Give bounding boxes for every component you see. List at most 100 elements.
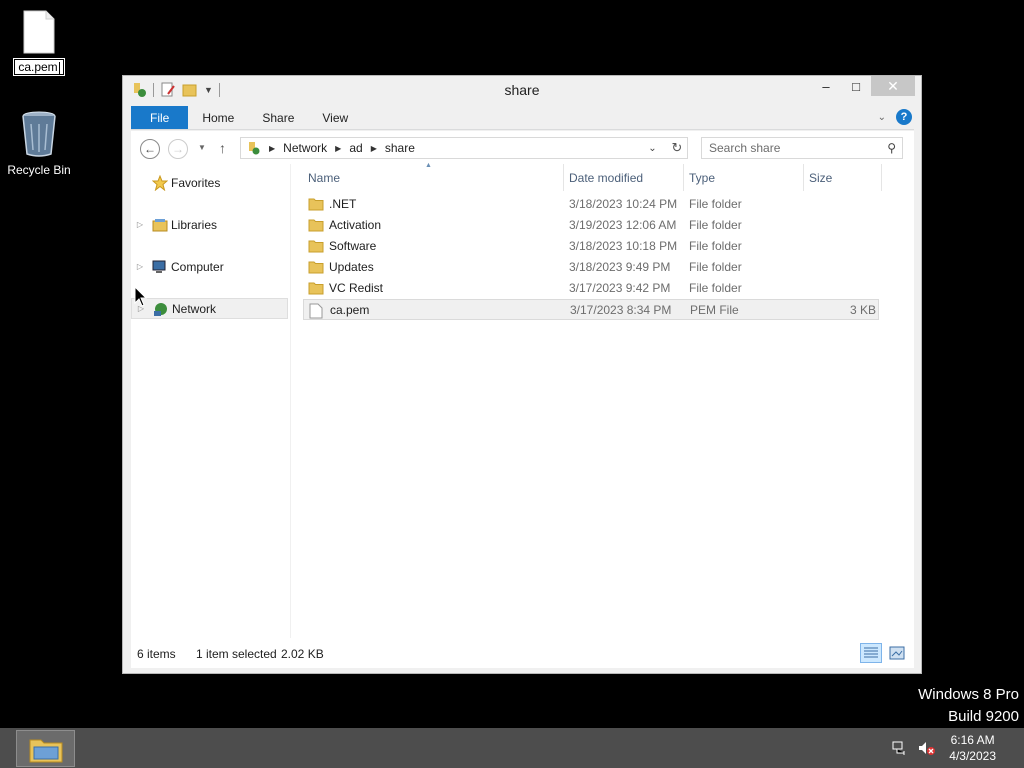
tab-view[interactable]: View: [308, 106, 362, 129]
navigation-pane: Favorites ▷ Libraries ▷ Computer ▷ Netwo…: [131, 164, 291, 638]
forward-button[interactable]: →: [168, 139, 188, 159]
list-item[interactable]: .NET 3/18/2023 10:24 PM File folder: [303, 194, 879, 215]
item-date: 3/19/2023 12:06 AM: [569, 218, 677, 232]
mouse-cursor-icon: [134, 286, 148, 307]
refresh-button[interactable]: ↻: [666, 137, 688, 159]
list-item[interactable]: Updates 3/18/2023 9:49 PM File folder: [303, 257, 879, 278]
tab-file[interactable]: File: [131, 106, 189, 129]
forward-arrow-icon: →: [172, 142, 184, 156]
refresh-icon: ↻: [671, 140, 683, 155]
breadcrumb-network[interactable]: Network: [283, 141, 327, 155]
expand-arrow-icon[interactable]: ▷: [131, 262, 149, 271]
column-label: Date modified: [569, 170, 644, 185]
expand-ribbon-icon[interactable]: ⌄: [878, 112, 886, 123]
tab-home[interactable]: Home: [188, 106, 248, 129]
nav-item-label: Favorites: [171, 175, 221, 190]
maximize-button[interactable]: □: [841, 76, 871, 96]
column-label: Type: [689, 170, 716, 185]
address-bar[interactable]: ▶ Network ▶ ad ▶ share ⌄: [240, 137, 688, 159]
up-arrow-icon[interactable]: ↑: [219, 140, 226, 156]
expand-arrow-icon[interactable]: ▷: [131, 220, 149, 229]
nav-item-computer[interactable]: ▷ Computer: [131, 256, 288, 277]
breadcrumb-share[interactable]: share: [385, 141, 415, 155]
clock[interactable]: 6:16 AM 4/3/2023: [949, 732, 996, 764]
item-count: 6 items: [137, 647, 176, 661]
list-item[interactable]: Activation 3/19/2023 12:06 AM File folde…: [303, 215, 879, 236]
minimize-button[interactable]: ‒: [811, 76, 841, 96]
back-button[interactable]: ←: [140, 139, 160, 159]
folder-icon: [308, 240, 324, 253]
network-icon: [154, 302, 167, 316]
taskbar-explorer-button[interactable]: [16, 730, 75, 767]
help-icon[interactable]: ?: [896, 109, 912, 125]
sort-ascending-icon: ▲: [425, 162, 432, 169]
recent-locations-icon[interactable]: ▼: [198, 143, 206, 152]
item-date: 3/17/2023 9:42 PM: [569, 281, 671, 295]
item-size: 3 KB: [849, 303, 876, 317]
column-header-size[interactable]: Size: [804, 164, 882, 191]
volume-muted-icon[interactable]: [918, 740, 936, 756]
os-watermark: Windows 8 Pro Build 9200: [918, 684, 1019, 728]
chevron-right-icon[interactable]: ▶: [269, 144, 275, 153]
list-item[interactable]: VC Redist 3/17/2023 9:42 PM File folder: [303, 278, 879, 299]
desktop-recycle-bin[interactable]: Recycle Bin: [1, 110, 77, 177]
item-name: Activation: [329, 218, 382, 232]
column-header-name[interactable]: Name ▲: [303, 162, 564, 191]
search-placeholder: Search share: [709, 141, 781, 155]
system-tray: [892, 740, 936, 756]
selection-count: 1 item selected: [196, 647, 277, 661]
explorer-window: ▼ share ‒ □ ✕ File Home Share View ⌄ ? ←…: [122, 75, 922, 674]
close-button[interactable]: ✕: [871, 76, 915, 96]
column-label: Name: [308, 170, 341, 185]
network-status-icon[interactable]: [892, 740, 908, 756]
watermark-edition: Windows 8 Pro: [918, 686, 1019, 703]
list-item[interactable]: ca.pem 3/17/2023 8:34 PM PEM File 3 KB: [303, 299, 879, 320]
item-date: 3/18/2023 10:24 PM: [569, 197, 678, 211]
watermark-build: Build 9200: [948, 708, 1019, 725]
large-icons-view-button[interactable]: [886, 643, 908, 663]
title-bar[interactable]: ▼ share ‒ □ ✕: [123, 76, 921, 105]
column-header-date[interactable]: Date modified: [564, 164, 684, 191]
item-date: 3/17/2023 8:34 PM: [570, 303, 672, 317]
column-header-type[interactable]: Type: [684, 164, 804, 191]
item-name: Updates: [329, 260, 374, 274]
nav-item-favorites[interactable]: Favorites: [131, 172, 288, 193]
item-name: ca.pem: [330, 303, 370, 317]
column-label: Size: [809, 170, 833, 185]
selection-size: 2.02 KB: [281, 647, 324, 661]
details-view-button[interactable]: [860, 643, 882, 663]
clock-time: 6:16 AM: [950, 733, 995, 747]
breadcrumb-ad[interactable]: ad: [349, 141, 362, 155]
search-input[interactable]: Search share ⚲: [701, 137, 903, 159]
file-explorer-icon: [29, 739, 62, 762]
rename-textbox[interactable]: ca.pem: [13, 58, 65, 76]
large-icons-view-icon: [889, 646, 905, 660]
status-bar: 6 items 1 item selected 2.02 KB: [131, 638, 914, 668]
folder-icon: [308, 219, 324, 232]
computer-icon: [152, 260, 166, 273]
address-dropdown-icon[interactable]: ⌄: [641, 138, 663, 158]
chevron-right-icon[interactable]: ▶: [371, 144, 377, 153]
item-name: .NET: [329, 197, 357, 211]
clock-date: 4/3/2023: [949, 749, 996, 763]
chevron-right-icon[interactable]: ▶: [335, 144, 341, 153]
tab-share[interactable]: Share: [248, 106, 308, 129]
item-type: PEM File: [690, 303, 739, 317]
recycle-bin-icon: [22, 111, 56, 157]
window-title: share: [504, 82, 540, 98]
nav-item-network[interactable]: ▷ Network: [131, 298, 288, 319]
nav-item-libraries[interactable]: ▷ Libraries: [131, 214, 288, 235]
desktop-file-ca-pem[interactable]: ca.pem: [1, 10, 77, 76]
file-icon: [23, 10, 55, 54]
item-name: VC Redist: [329, 281, 384, 295]
item-date: 3/18/2023 10:18 PM: [569, 239, 678, 253]
list-item[interactable]: Software 3/18/2023 10:18 PM File folder: [303, 236, 879, 257]
taskbar: 6:16 AM 4/3/2023: [0, 728, 1024, 768]
navigation-bar: ← → ▼ ↑ ▶ Network ▶ ad ▶ share ⌄ ↻ Searc…: [131, 131, 914, 164]
file-icon: [309, 303, 323, 319]
item-type: File folder: [689, 218, 742, 232]
back-arrow-icon: ←: [144, 142, 156, 156]
details-view-icon: [864, 647, 878, 658]
search-icon[interactable]: ⚲: [887, 141, 896, 155]
folder-icon: [308, 198, 324, 211]
